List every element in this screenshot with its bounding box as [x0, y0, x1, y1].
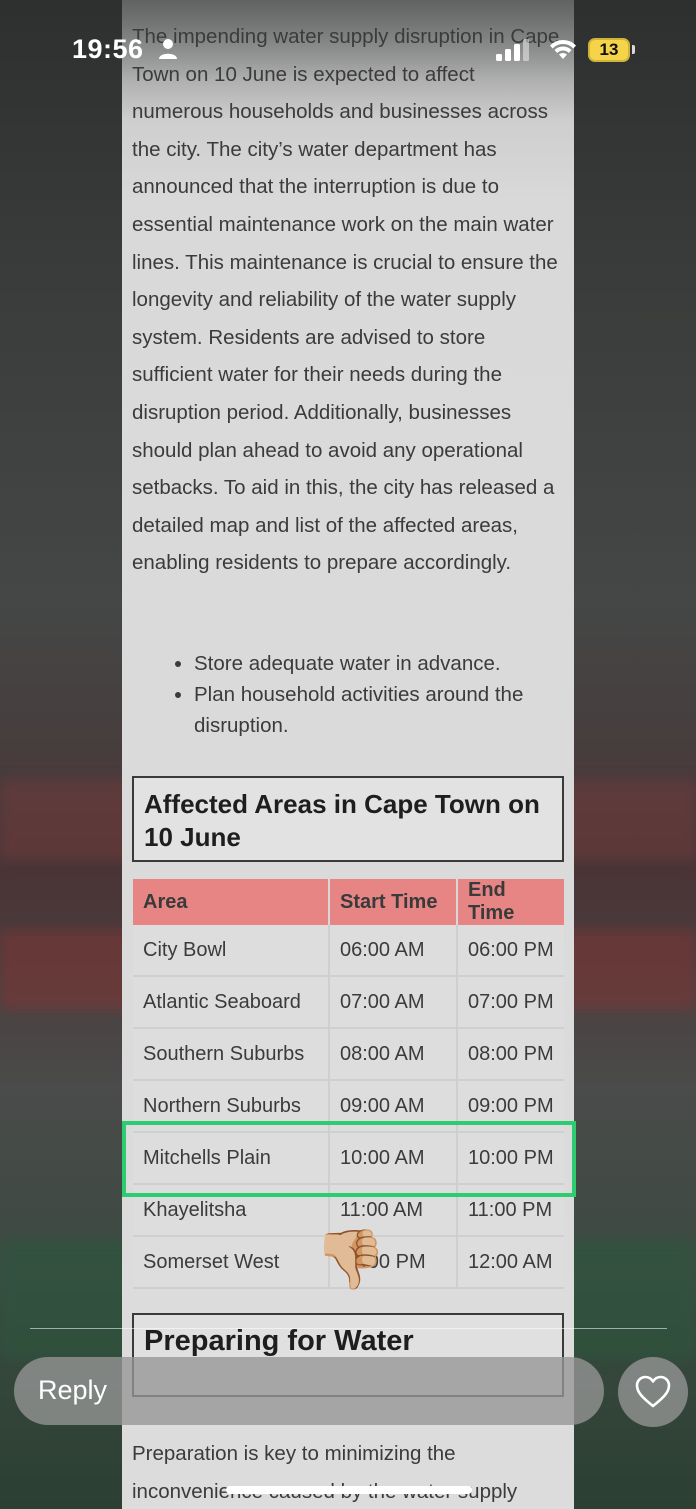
thumbs-down-sticker: 👎🏼 — [314, 1227, 387, 1292]
advice-list: Store adequate water in advance. Plan ho… — [172, 648, 574, 741]
table-row: Southern Suburbs 08:00 AM 08:00 PM — [133, 1028, 564, 1081]
home-indicator[interactable] — [226, 1486, 472, 1494]
end-time-cell: 12:00 AM — [457, 1236, 564, 1289]
end-time-cell: 06:00 PM — [457, 925, 564, 977]
battery-icon: 13 — [588, 38, 630, 62]
column-header-start-time: Start Time — [329, 879, 458, 925]
table-row: City Bowl 06:00 AM 06:00 PM — [133, 925, 564, 977]
signal-icon — [496, 39, 532, 66]
table-header-row: Area Start Time End Time — [133, 879, 564, 925]
reply-placeholder: Reply — [38, 1375, 108, 1405]
affected-areas-heading-box: Affected Areas in Cape Town on 10 June — [132, 776, 564, 862]
end-time-cell: 07:00 PM — [457, 976, 564, 1029]
person-icon — [158, 38, 178, 65]
intro-paragraph: The impending water supply disruption in… — [132, 25, 560, 575]
area-cell: Somerset West — [133, 1236, 330, 1289]
table-row: Atlantic Seaboard 07:00 AM 07:00 PM — [133, 976, 564, 1029]
start-time-cell: 06:00 AM — [329, 925, 458, 977]
list-item: Plan household activities around the dis… — [194, 679, 574, 741]
area-cell: Atlantic Seaboard — [133, 976, 330, 1029]
divider-line — [30, 1328, 667, 1329]
start-time-cell: 07:00 AM — [329, 976, 458, 1029]
battery-level: 13 — [599, 40, 619, 59]
start-time-cell: 08:00 AM — [329, 1028, 458, 1081]
end-time-cell: 08:00 PM — [457, 1028, 564, 1081]
reply-input[interactable]: Reply — [14, 1357, 604, 1425]
column-header-end-time: End Time — [457, 879, 564, 925]
affected-areas-heading: Affected Areas in Cape Town on 10 June — [144, 789, 540, 852]
story-viewer: The impending water supply disruption in… — [0, 0, 696, 1509]
battery-tip — [632, 45, 635, 54]
area-cell: City Bowl — [133, 925, 330, 977]
highlight-box — [122, 1121, 576, 1197]
column-header-area: Area — [133, 879, 330, 925]
preparing-heading: Preparing for Water — [144, 1325, 414, 1357]
area-cell: Southern Suburbs — [133, 1028, 330, 1081]
like-button[interactable] — [618, 1357, 688, 1427]
list-item: Store adequate water in advance. — [194, 648, 574, 679]
wifi-icon — [548, 37, 578, 66]
preparing-paragraph: Preparation is key to minimizing the inc… — [132, 1442, 518, 1503]
status-time: 19:56 — [72, 34, 144, 64]
